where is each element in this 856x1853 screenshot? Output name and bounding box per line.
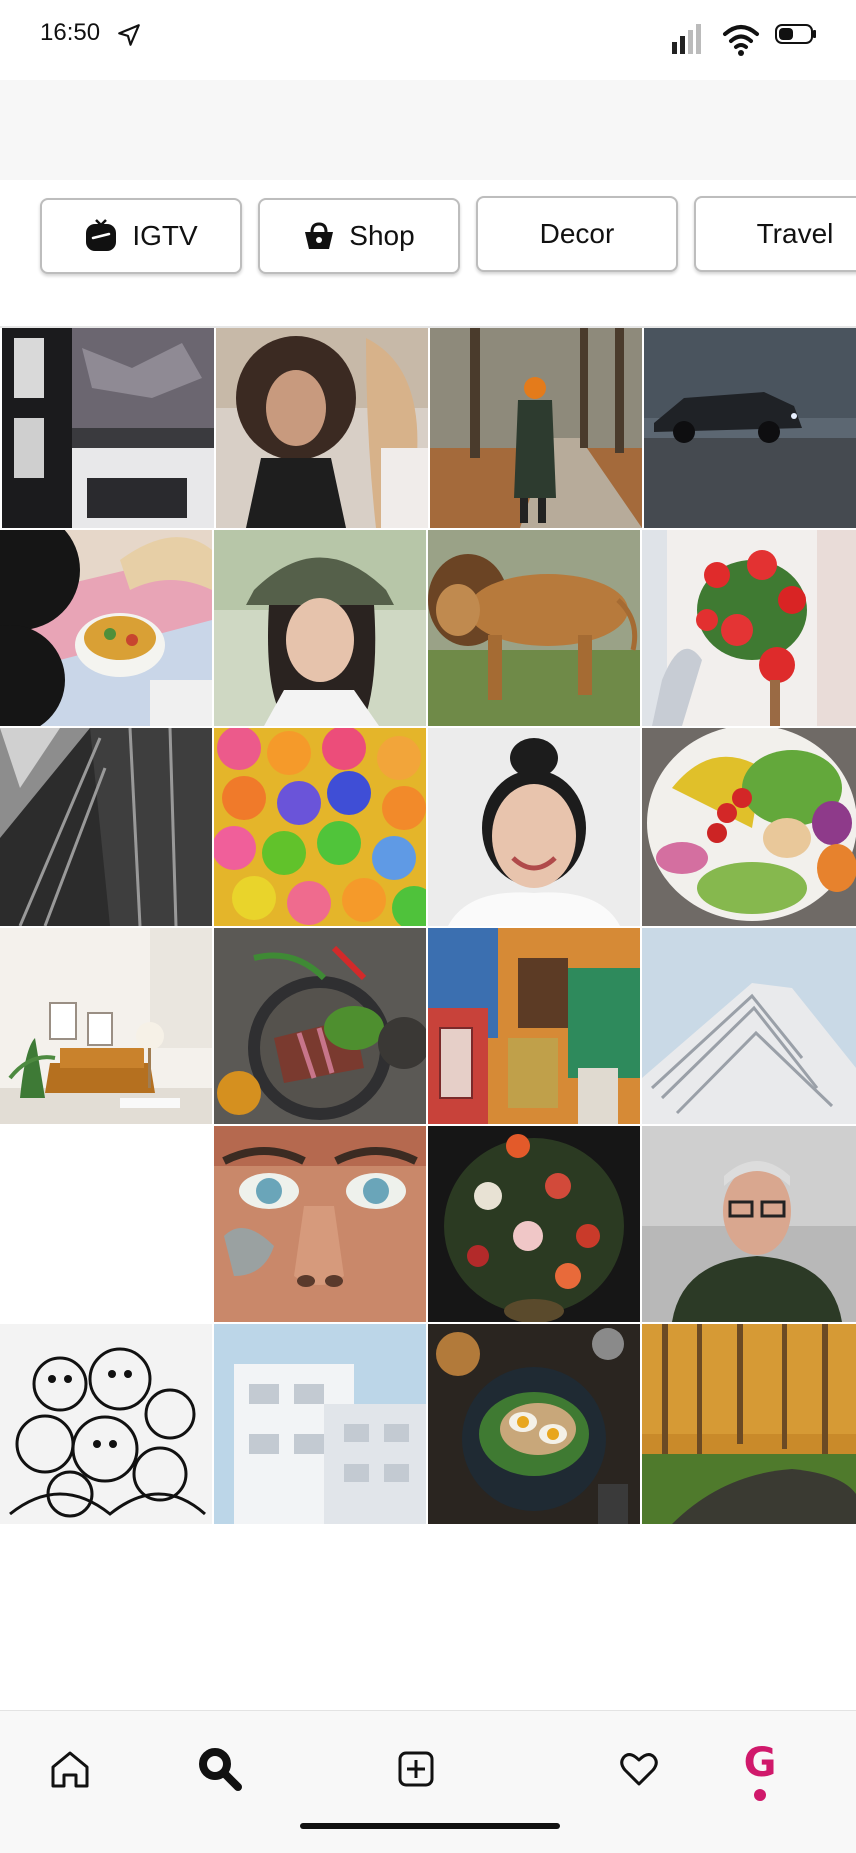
egg-avocado-toast-image <box>428 1324 640 1524</box>
status-bar: 16:50 <box>0 0 856 80</box>
home-indicator <box>300 1823 560 1829</box>
grid-tile-red-roses[interactable] <box>642 530 856 726</box>
colorful-balls-image <box>214 728 426 926</box>
chip-travel[interactable]: Travel <box>694 196 856 272</box>
architecture-interior-image <box>2 328 214 528</box>
man-glasses-image <box>642 1126 856 1322</box>
grid-tile-lion-walking[interactable] <box>428 530 640 726</box>
grid-tile-flower-painting[interactable] <box>428 1126 640 1322</box>
status-time: 16:50 <box>40 19 101 46</box>
header-spacer <box>0 80 856 180</box>
grid-tile-architecture-interior[interactable] <box>2 328 214 528</box>
autumn-forest-image <box>642 1324 856 1524</box>
living-room-image <box>0 928 212 1124</box>
chip-igtv[interactable]: IGTV <box>40 198 242 274</box>
woman-curly-hair-image <box>216 328 428 528</box>
chip-igtv-label: IGTV <box>132 220 198 251</box>
chip-travel-label: Travel <box>756 218 834 249</box>
explore-grid <box>0 328 856 1710</box>
bottom-navigation: G <box>0 1710 856 1853</box>
grid-tile-dark-car[interactable] <box>644 328 856 528</box>
profile-letter: G <box>743 1740 777 1786</box>
location-arrow-icon <box>118 24 140 46</box>
grid-tile-white-pyramid-building[interactable] <box>642 928 856 1124</box>
grid-tile-woman-bucket-hat[interactable] <box>214 530 426 726</box>
smiling-woman-image <box>428 728 640 926</box>
grid-tile-egg-avocado-toast[interactable] <box>428 1324 640 1524</box>
home-icon <box>51 1751 89 1788</box>
shop-bag-icon <box>305 222 334 249</box>
grid-tile-bw-skyscraper[interactable] <box>0 728 212 926</box>
grid-tile-salad-bowl[interactable] <box>642 728 856 926</box>
white-building-image <box>214 1324 426 1524</box>
profile-active-dot <box>754 1789 766 1801</box>
search-icon <box>199 1748 242 1791</box>
bw-skyscraper-image <box>0 728 212 926</box>
grid-tile-painted-wall[interactable] <box>428 928 640 1124</box>
grid-tile-records-guitar-food[interactable] <box>0 530 212 726</box>
chip-shop[interactable]: Shop <box>258 198 460 274</box>
nav-add-button[interactable] <box>388 1741 444 1797</box>
wifi-icon <box>723 25 759 56</box>
grid-tile-autumn-forest[interactable] <box>642 1324 856 1524</box>
flower-painting-image <box>428 1126 640 1322</box>
grid-tile-person-autumn-path[interactable] <box>430 328 642 528</box>
person-autumn-path-image <box>430 328 642 528</box>
grid-tile-woman-curly-hair[interactable] <box>216 328 428 528</box>
red-roses-image <box>642 530 856 726</box>
battery-icon <box>775 24 816 44</box>
grid-tile-doodle-drawing[interactable] <box>0 1324 212 1524</box>
dark-car-image <box>644 328 856 528</box>
chip-shop-label: Shop <box>349 220 415 251</box>
cellular-signal-icon <box>672 24 701 54</box>
face-mural-image <box>214 1126 426 1322</box>
grid-tile-colorful-balls[interactable] <box>214 728 426 926</box>
nav-activity-button[interactable] <box>611 1741 667 1797</box>
records-guitar-food-image <box>0 530 212 726</box>
igtv-icon <box>86 219 117 251</box>
painted-wall-image <box>428 928 640 1124</box>
chip-decor[interactable]: Decor <box>476 196 678 272</box>
profile-icon: G <box>743 1740 777 1801</box>
heart-icon <box>620 1753 658 1786</box>
salad-bowl-image <box>642 728 856 926</box>
lion-walking-image <box>428 530 640 726</box>
white-pyramid-building-image <box>642 928 856 1124</box>
grid-tile-man-glasses[interactable] <box>642 1126 856 1322</box>
grid-tile-blank[interactable] <box>0 1126 212 1322</box>
nav-profile-button[interactable]: G <box>732 1737 788 1807</box>
chip-decor-label: Decor <box>539 218 615 249</box>
category-chips: IGTV Shop Decor Travel <box>0 180 856 328</box>
add-post-icon <box>398 1751 434 1787</box>
grid-tile-white-building[interactable] <box>214 1324 426 1524</box>
nav-home-button[interactable] <box>42 1741 98 1797</box>
steak-plate-image <box>214 928 426 1124</box>
grid-tile-steak-plate[interactable] <box>214 928 426 1124</box>
nav-search-button[interactable] <box>192 1741 248 1797</box>
woman-bucket-hat-image <box>214 530 426 726</box>
grid-tile-face-mural[interactable] <box>214 1126 426 1322</box>
doodle-drawing-image <box>0 1324 212 1524</box>
grid-tile-smiling-woman[interactable] <box>428 728 640 926</box>
grid-tile-living-room[interactable] <box>0 928 212 1124</box>
